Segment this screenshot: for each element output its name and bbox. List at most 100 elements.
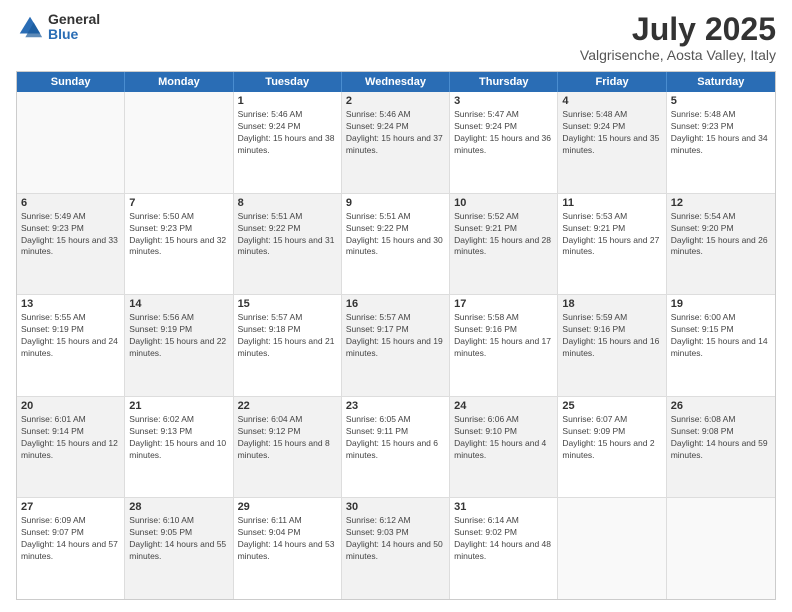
logo-blue-text: Blue	[48, 27, 100, 42]
main-title: July 2025	[580, 12, 776, 47]
day-info-1: Sunrise: 5:46 AMSunset: 9:24 PMDaylight:…	[238, 109, 337, 157]
day-info-5: Sunrise: 5:48 AMSunset: 9:23 PMDaylight:…	[671, 109, 771, 157]
day-info-28: Sunrise: 6:10 AMSunset: 9:05 PMDaylight:…	[129, 515, 228, 563]
day-number-1: 1	[238, 95, 337, 107]
table-row: 29 Sunrise: 6:11 AMSunset: 9:04 PMDayligh…	[234, 498, 342, 599]
table-row: 18Sunrise: 5:59 AMSunset: 9:16 PMDayligh…	[558, 295, 666, 396]
day-info-29: Sunrise: 6:11 AMSunset: 9:04 PMDaylight:…	[238, 515, 337, 563]
table-row	[558, 498, 666, 599]
header: General Blue July 2025 Valgrisenche, Aos…	[16, 12, 776, 63]
header-day-friday: Friday	[558, 72, 666, 92]
table-row: 6 Sunrise: 5:49 AMSunset: 9:23 PMDaylight…	[17, 194, 125, 295]
day-info-11: Sunrise: 5:53 AMSunset: 9:21 PMDaylight:…	[562, 211, 661, 259]
day-number-12: 12	[671, 197, 771, 209]
day-info-10: Sunrise: 5:52 AMSunset: 9:21 PMDaylight:…	[454, 211, 553, 259]
calendar-header: SundayMondayTuesdayWednesdayThursdayFrid…	[17, 72, 775, 92]
day-info-9: Sunrise: 5:51 AMSunset: 9:22 PMDaylight:…	[346, 211, 445, 259]
calendar-body: 1 Sunrise: 5:46 AMSunset: 9:24 PMDaylight…	[17, 92, 775, 599]
day-info-7: Sunrise: 5:50 AMSunset: 9:23 PMDaylight:…	[129, 211, 228, 259]
table-row: 16Sunrise: 5:57 AMSunset: 9:17 PMDayligh…	[342, 295, 450, 396]
table-row: 9 Sunrise: 5:51 AMSunset: 9:22 PMDaylight…	[342, 194, 450, 295]
day-info-24: Sunrise: 6:06 AMSunset: 9:10 PMDaylight:…	[454, 414, 553, 462]
day-info-26: Sunrise: 6:08 AMSunset: 9:08 PMDaylight:…	[671, 414, 771, 462]
day-info-12: Sunrise: 5:54 AMSunset: 9:20 PMDaylight:…	[671, 211, 771, 259]
day-number-3: 3	[454, 95, 553, 107]
logo-icon	[16, 13, 44, 41]
table-row: 30 Sunrise: 6:12 AMSunset: 9:03 PMDayligh…	[342, 498, 450, 599]
table-row: 5 Sunrise: 5:48 AMSunset: 9:23 PMDaylight…	[667, 92, 775, 193]
header-day-wednesday: Wednesday	[342, 72, 450, 92]
day-number-7: 7	[129, 197, 228, 209]
day-number-17: 17	[454, 298, 553, 310]
table-row: 12 Sunrise: 5:54 AMSunset: 9:20 PMDayligh…	[667, 194, 775, 295]
table-row: 31 Sunrise: 6:14 AMSunset: 9:02 PMDayligh…	[450, 498, 558, 599]
day-info-2: Sunrise: 5:46 AMSunset: 9:24 PMDaylight:…	[346, 109, 445, 157]
day-number-13: 13	[21, 298, 120, 310]
calendar-row-0: 1 Sunrise: 5:46 AMSunset: 9:24 PMDaylight…	[17, 92, 775, 193]
day-number-6: 6	[21, 197, 120, 209]
day-info-22: Sunrise: 6:04 AMSunset: 9:12 PMDaylight:…	[238, 414, 337, 462]
page: General Blue July 2025 Valgrisenche, Aos…	[0, 0, 792, 612]
table-row: 22Sunrise: 6:04 AMSunset: 9:12 PMDayligh…	[234, 397, 342, 498]
day-info-30: Sunrise: 6:12 AMSunset: 9:03 PMDaylight:…	[346, 515, 445, 563]
day-info-31: Sunrise: 6:14 AMSunset: 9:02 PMDaylight:…	[454, 515, 553, 563]
table-row: 27 Sunrise: 6:09 AMSunset: 9:07 PMDayligh…	[17, 498, 125, 599]
day-number-4: 4	[562, 95, 661, 107]
day-info-17: Sunrise: 5:58 AMSunset: 9:16 PMDaylight:…	[454, 312, 553, 360]
day-info-14: Sunrise: 5:56 AMSunset: 9:19 PMDaylight:…	[129, 312, 228, 360]
calendar-row-2: 13 Sunrise: 5:55 AMSunset: 9:19 PMDayligh…	[17, 294, 775, 396]
day-number-19: 19	[671, 298, 771, 310]
calendar: SundayMondayTuesdayWednesdayThursdayFrid…	[16, 71, 776, 600]
table-row: 17 Sunrise: 5:58 AMSunset: 9:16 PMDayligh…	[450, 295, 558, 396]
table-row	[125, 92, 233, 193]
table-row: 26 Sunrise: 6:08 AMSunset: 9:08 PMDayligh…	[667, 397, 775, 498]
day-info-27: Sunrise: 6:09 AMSunset: 9:07 PMDaylight:…	[21, 515, 120, 563]
day-number-10: 10	[454, 197, 553, 209]
table-row: 19 Sunrise: 6:00 AMSunset: 9:15 PMDayligh…	[667, 295, 775, 396]
day-number-27: 27	[21, 501, 120, 513]
header-day-thursday: Thursday	[450, 72, 558, 92]
day-number-23: 23	[346, 400, 445, 412]
table-row: 23Sunrise: 6:05 AMSunset: 9:11 PMDayligh…	[342, 397, 450, 498]
day-number-20: 20	[21, 400, 120, 412]
day-number-18: 18	[562, 298, 661, 310]
day-number-2: 2	[346, 95, 445, 107]
table-row: 24Sunrise: 6:06 AMSunset: 9:10 PMDayligh…	[450, 397, 558, 498]
day-number-21: 21	[129, 400, 228, 412]
day-number-11: 11	[562, 197, 661, 209]
day-info-6: Sunrise: 5:49 AMSunset: 9:23 PMDaylight:…	[21, 211, 120, 259]
table-row: 4Sunrise: 5:48 AMSunset: 9:24 PMDaylight…	[558, 92, 666, 193]
table-row: 1 Sunrise: 5:46 AMSunset: 9:24 PMDaylight…	[234, 92, 342, 193]
table-row: 8Sunrise: 5:51 AMSunset: 9:22 PMDaylight…	[234, 194, 342, 295]
table-row: 3Sunrise: 5:47 AMSunset: 9:24 PMDaylight…	[450, 92, 558, 193]
day-info-19: Sunrise: 6:00 AMSunset: 9:15 PMDaylight:…	[671, 312, 771, 360]
table-row	[667, 498, 775, 599]
table-row: 20 Sunrise: 6:01 AMSunset: 9:14 PMDayligh…	[17, 397, 125, 498]
table-row: 11 Sunrise: 5:53 AMSunset: 9:21 PMDayligh…	[558, 194, 666, 295]
day-info-16: Sunrise: 5:57 AMSunset: 9:17 PMDaylight:…	[346, 312, 445, 360]
day-number-29: 29	[238, 501, 337, 513]
table-row: 21 Sunrise: 6:02 AMSunset: 9:13 PMDayligh…	[125, 397, 233, 498]
day-info-21: Sunrise: 6:02 AMSunset: 9:13 PMDaylight:…	[129, 414, 228, 462]
day-info-20: Sunrise: 6:01 AMSunset: 9:14 PMDaylight:…	[21, 414, 120, 462]
day-number-25: 25	[562, 400, 661, 412]
day-number-8: 8	[238, 197, 337, 209]
day-number-5: 5	[671, 95, 771, 107]
table-row: 13 Sunrise: 5:55 AMSunset: 9:19 PMDayligh…	[17, 295, 125, 396]
day-number-28: 28	[129, 501, 228, 513]
header-day-sunday: Sunday	[17, 72, 125, 92]
day-number-9: 9	[346, 197, 445, 209]
table-row: 2 Sunrise: 5:46 AMSunset: 9:24 PMDaylight…	[342, 92, 450, 193]
day-number-15: 15	[238, 298, 337, 310]
day-number-26: 26	[671, 400, 771, 412]
table-row: 15Sunrise: 5:57 AMSunset: 9:18 PMDayligh…	[234, 295, 342, 396]
header-day-monday: Monday	[125, 72, 233, 92]
calendar-row-1: 6 Sunrise: 5:49 AMSunset: 9:23 PMDaylight…	[17, 193, 775, 295]
table-row: 28 Sunrise: 6:10 AMSunset: 9:05 PMDayligh…	[125, 498, 233, 599]
day-number-31: 31	[454, 501, 553, 513]
table-row: 25Sunrise: 6:07 AMSunset: 9:09 PMDayligh…	[558, 397, 666, 498]
day-info-13: Sunrise: 5:55 AMSunset: 9:19 PMDaylight:…	[21, 312, 120, 360]
calendar-row-3: 20 Sunrise: 6:01 AMSunset: 9:14 PMDayligh…	[17, 396, 775, 498]
logo: General Blue	[16, 12, 100, 43]
day-number-30: 30	[346, 501, 445, 513]
